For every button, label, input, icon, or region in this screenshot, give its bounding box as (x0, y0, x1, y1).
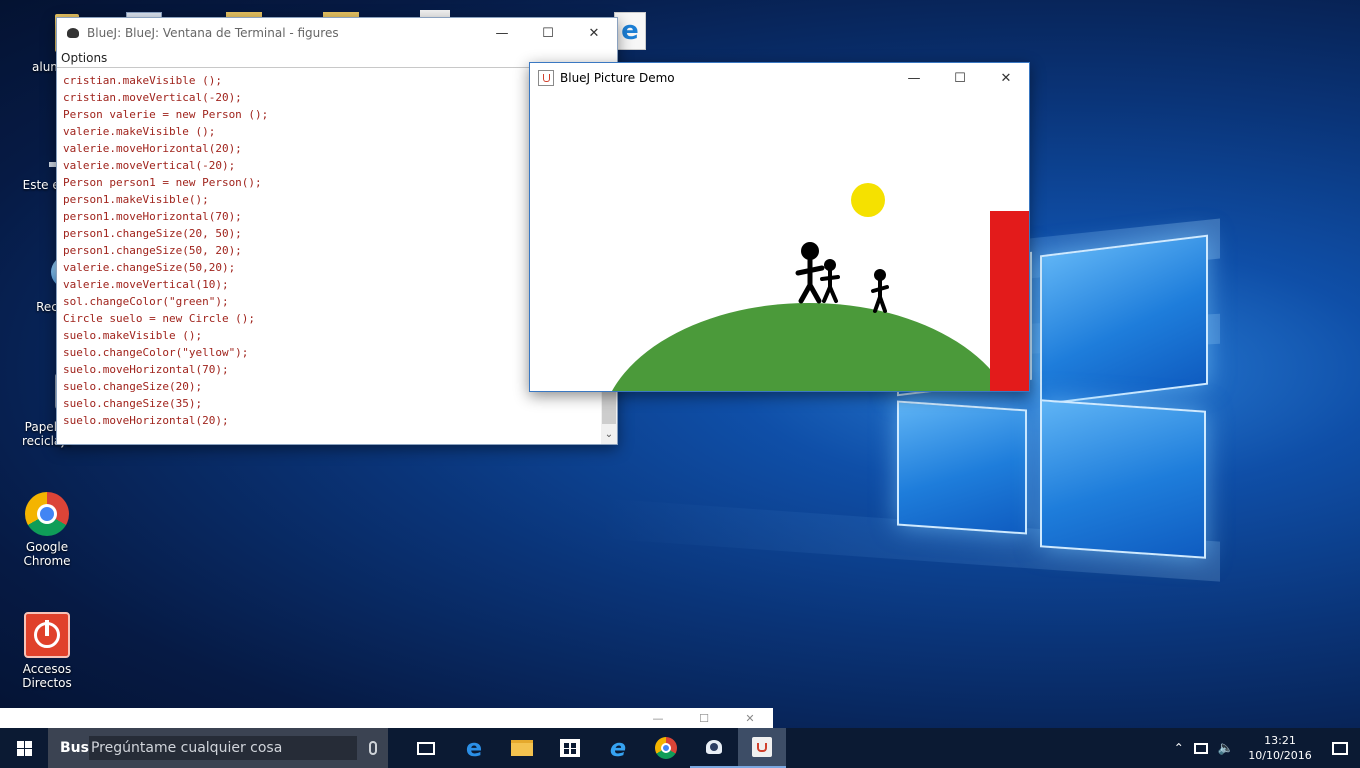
clock-time: 13:21 (1264, 734, 1296, 747)
network-icon[interactable] (1193, 742, 1208, 754)
terminal-line: cristian.moveVertical(-20); (63, 91, 242, 104)
terminal-line: Person valerie = new Person (); (63, 108, 269, 121)
search-box[interactable]: Bus Pregúntame cualquier cosa (48, 728, 388, 768)
microphone-icon[interactable] (368, 741, 377, 755)
picture-demo-window[interactable]: BlueJ Picture Demo — ☐ ✕ (529, 62, 1030, 392)
scene-svg (612, 183, 1029, 391)
terminal-line: valerie.moveVertical(-20); (63, 159, 236, 172)
notification-icon (1332, 741, 1348, 755)
close-button[interactable]: ✕ (571, 18, 617, 48)
store-icon (560, 739, 580, 757)
picture-title: BlueJ Picture Demo (560, 71, 675, 85)
terminal-output[interactable]: cristian.makeVisible (); cristian.moveVer… (57, 70, 601, 445)
terminal-line: person1.moveHorizontal(70); (63, 210, 242, 223)
minimize-button[interactable]: — (479, 18, 525, 48)
desktop-google-chrome[interactable]: Google Chrome (2, 492, 92, 568)
terminal-line: valerie.moveHorizontal(20); (63, 142, 242, 155)
desktop-icon-label: Google Chrome (23, 540, 71, 568)
windows-logo-pane-bl (897, 400, 1027, 535)
terminal-line: cristian.makeVisible (); (63, 74, 222, 87)
show-hidden-icons-chevron-icon[interactable]: ⌃ (1174, 741, 1184, 755)
person-person1 (871, 269, 889, 313)
hill-ground (612, 303, 1006, 391)
search-prefix: Bus (60, 740, 89, 756)
bluej-bird-icon (704, 738, 724, 756)
ie-button[interactable]: e (594, 728, 642, 768)
options-menu[interactable]: Options (61, 51, 107, 65)
picture-titlebar[interactable]: BlueJ Picture Demo — ☐ ✕ (530, 63, 1029, 93)
terminal-line: Person person1 = new Person(); (63, 176, 262, 189)
terminal-line: suelo.moveHorizontal(70); (63, 363, 229, 376)
desktop-accesos-directos[interactable]: Accesos Directos (2, 612, 92, 690)
terminal-line: person1.makeVisible(); (63, 193, 209, 206)
scroll-down-arrow[interactable]: ⌄ (601, 427, 617, 443)
start-button[interactable] (0, 728, 48, 768)
java-taskbar-button[interactable] (738, 728, 786, 768)
person-valerie (820, 259, 840, 303)
terminal-line: valerie.changeSize(50,20); (63, 261, 236, 274)
maximize-button[interactable]: ☐ (937, 63, 983, 93)
terminal-line: suelo.makeVisible (); (63, 329, 203, 342)
taskbar: Bus Pregúntame cualquier cosa e e ⌃ 🔈 13… (0, 728, 1360, 768)
terminal-titlebar[interactable]: BlueJ: BlueJ: Ventana de Terminal - figu… (57, 18, 617, 48)
chrome-taskbar-button[interactable] (642, 728, 690, 768)
folder-icon (511, 740, 533, 756)
desktop-icon-label: Accesos Directos (22, 662, 72, 690)
edge-icon: e (465, 734, 483, 762)
terminal-line: valerie.moveVertical(10); (63, 278, 229, 291)
task-view-button[interactable] (402, 728, 450, 768)
volume-icon[interactable]: 🔈 (1218, 741, 1234, 756)
minimize-button[interactable]: — (635, 712, 681, 725)
close-button[interactable]: ✕ (727, 712, 773, 725)
clock[interactable]: 13:21 10/10/2016 (1240, 733, 1320, 763)
search-input[interactable]: Pregúntame cualquier cosa (88, 736, 357, 760)
edge-taskbar-button[interactable]: e (450, 728, 498, 768)
terminal-line: suelo.moveHorizontal(20); (63, 414, 229, 427)
terminal-line: person1.changeSize(20, 50); (63, 227, 242, 240)
desktop-icon-label: Rec (36, 300, 58, 314)
task-view-icon (417, 741, 435, 755)
picture-canvas[interactable] (530, 93, 1029, 391)
system-tray: ⌃ 🔈 (1174, 741, 1234, 756)
terminal-line: Circle suelo = new Circle (); (63, 312, 256, 325)
windows-logo-pane-tr (1040, 234, 1208, 406)
person-cristian (795, 242, 825, 304)
edge-shortcut-icon[interactable]: e (614, 12, 646, 50)
store-button[interactable] (546, 728, 594, 768)
terminal-line: person1.changeSize(50, 20); (63, 244, 242, 257)
clock-date: 10/10/2016 (1248, 749, 1312, 762)
sun-circle (851, 183, 885, 217)
close-button[interactable]: ✕ (983, 63, 1029, 93)
action-center-button[interactable] (1320, 728, 1360, 768)
terminal-line: suelo.changeSize(35); (63, 397, 203, 410)
bluej-icon (65, 25, 81, 41)
internet-explorer-icon: e (609, 734, 627, 762)
minimize-button[interactable]: — (891, 63, 937, 93)
java-icon (538, 70, 554, 86)
terminal-line: sol.changeColor("green"); (63, 295, 229, 308)
java-icon (752, 737, 772, 757)
windows-start-icon (16, 740, 32, 756)
terminal-title: BlueJ: BlueJ: Ventana de Terminal - figu… (87, 26, 339, 40)
terminal-line: suelo.changeColor("yellow"); (63, 346, 249, 359)
maximize-button[interactable]: ☐ (681, 712, 727, 725)
power-icon (24, 612, 70, 658)
terminal-line: valerie.makeVisible (); (63, 125, 216, 138)
windows-logo-pane-br (1040, 399, 1206, 559)
chrome-icon (655, 737, 677, 759)
file-explorer-button[interactable] (498, 728, 546, 768)
maximize-button[interactable]: ☐ (525, 18, 571, 48)
chrome-icon (25, 492, 69, 536)
bluej-taskbar-button[interactable] (690, 728, 738, 768)
terminal-line: suelo.changeSize(20); (63, 380, 203, 393)
red-wall (990, 211, 1029, 391)
